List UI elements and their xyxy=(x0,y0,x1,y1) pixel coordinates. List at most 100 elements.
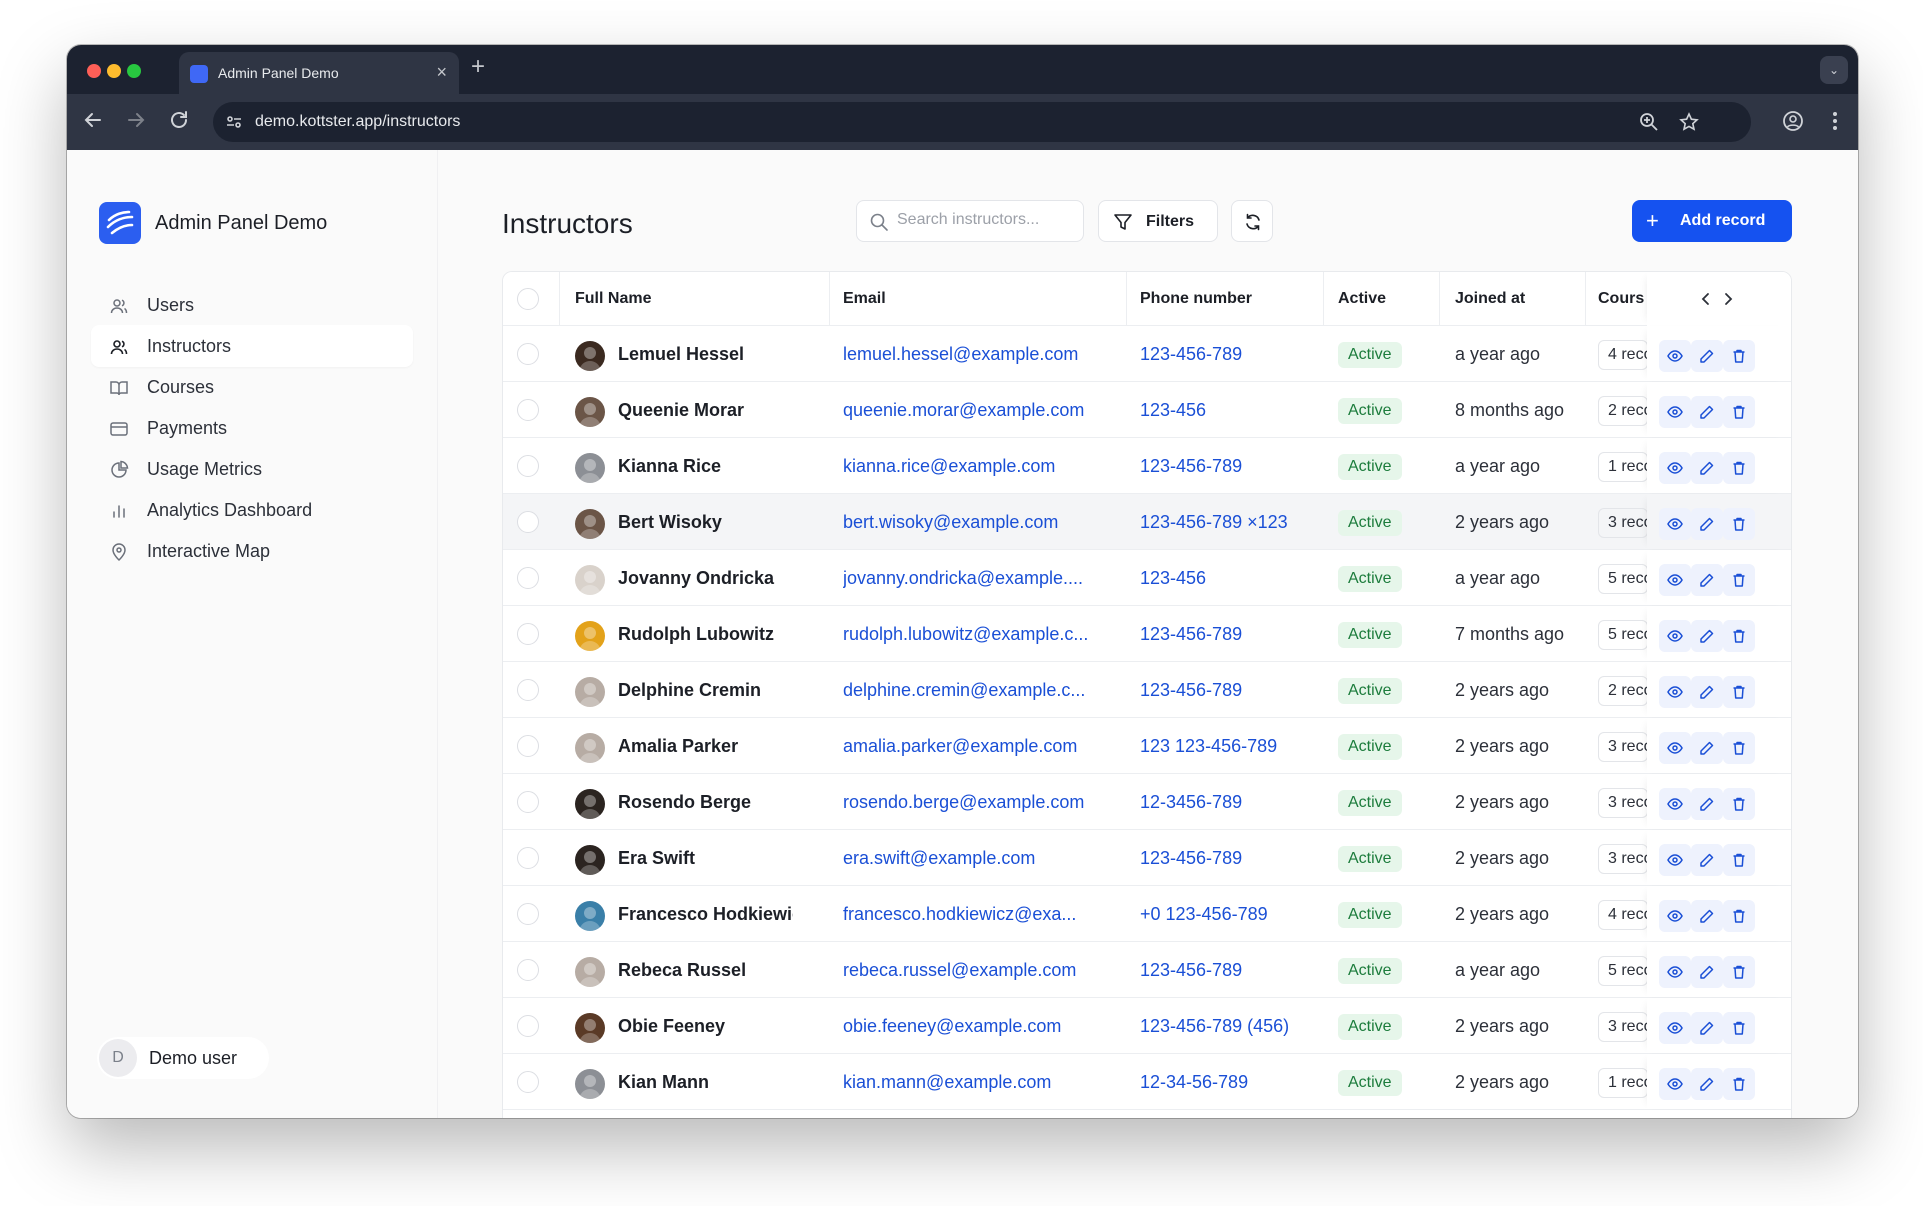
courses-count[interactable]: 3 records xyxy=(1598,508,1648,538)
edit-button[interactable] xyxy=(1691,396,1723,428)
instructor-phone-link[interactable]: 123-456-789 xyxy=(1140,680,1320,701)
delete-button[interactable] xyxy=(1723,340,1755,372)
view-button[interactable] xyxy=(1659,956,1691,988)
courses-count[interactable]: 3 records xyxy=(1598,844,1648,874)
edit-button[interactable] xyxy=(1691,788,1723,820)
courses-count[interactable]: 3 records xyxy=(1598,788,1648,818)
instructor-email-link[interactable]: delphine.cremin@example.c... xyxy=(843,680,1105,701)
site-settings-icon[interactable] xyxy=(225,113,243,131)
sidebar-item-interactive-map[interactable]: Interactive Map xyxy=(91,530,413,572)
courses-count[interactable]: 2 records xyxy=(1598,396,1648,426)
edit-button[interactable] xyxy=(1691,620,1723,652)
instructor-phone-link[interactable]: 123-456-789 (456) xyxy=(1140,1016,1320,1037)
view-button[interactable] xyxy=(1659,564,1691,596)
instructor-email-link[interactable]: kian.mann@example.com xyxy=(843,1072,1105,1093)
row-checkbox[interactable] xyxy=(517,623,539,645)
row-checkbox[interactable] xyxy=(517,567,539,589)
row-checkbox[interactable] xyxy=(517,679,539,701)
instructor-phone-link[interactable]: 123 123-456-789 xyxy=(1140,736,1320,757)
column-header-email[interactable]: Email xyxy=(843,290,886,308)
table-row[interactable]: Era Swift era.swift@example.com 123-456-78… xyxy=(503,830,1791,886)
courses-count[interactable]: 4 records xyxy=(1598,340,1648,370)
table-row[interactable]: Lemuel Hessel lemuel.hessel@example.com 12… xyxy=(503,326,1791,382)
instructor-email-link[interactable]: kianna.rice@example.com xyxy=(843,456,1105,477)
instructor-email-link[interactable]: queenie.morar@example.com xyxy=(843,400,1105,421)
delete-button[interactable] xyxy=(1723,396,1755,428)
delete-button[interactable] xyxy=(1723,732,1755,764)
instructor-email-link[interactable]: era.swift@example.com xyxy=(843,848,1105,869)
edit-button[interactable] xyxy=(1691,956,1723,988)
instructor-email-link[interactable]: jovanny.ondricka@example.... xyxy=(843,568,1105,589)
view-button[interactable] xyxy=(1659,452,1691,484)
view-button[interactable] xyxy=(1659,1012,1691,1044)
instructor-email-link[interactable]: rudolph.lubowitz@example.c... xyxy=(843,624,1105,645)
instructor-phone-link[interactable]: 123-456-789 xyxy=(1140,344,1320,365)
edit-button[interactable] xyxy=(1691,564,1723,596)
address-bar[interactable]: demo.kottster.app/instructors xyxy=(213,102,1751,142)
sidebar-item-instructors[interactable]: Instructors xyxy=(91,325,413,367)
search-box[interactable] xyxy=(856,200,1084,242)
row-checkbox[interactable] xyxy=(517,903,539,925)
table-row[interactable]: Obie Feeney obie.feeney@example.com 123-45… xyxy=(503,998,1791,1054)
column-header-active[interactable]: Active xyxy=(1338,290,1386,308)
delete-button[interactable] xyxy=(1723,620,1755,652)
edit-button[interactable] xyxy=(1691,900,1723,932)
filters-button[interactable]: Filters xyxy=(1098,200,1218,242)
instructor-phone-link[interactable]: +0 123-456-789 xyxy=(1140,904,1320,925)
table-row[interactable]: Queenie Morar queenie.morar@example.com 12… xyxy=(503,382,1791,438)
column-header-phone[interactable]: Phone number xyxy=(1140,290,1252,308)
courses-count[interactable]: 3 records xyxy=(1598,1012,1648,1042)
close-window-button[interactable] xyxy=(87,64,101,78)
table-row[interactable]: Delphine Cremin delphine.cremin@example.c… xyxy=(503,662,1791,718)
instructor-email-link[interactable]: bert.wisoky@example.com xyxy=(843,512,1105,533)
back-icon[interactable] xyxy=(81,108,105,132)
delete-button[interactable] xyxy=(1723,900,1755,932)
table-row[interactable]: Amalia Parker amalia.parker@example.com 12… xyxy=(503,718,1791,774)
sidebar-item-courses[interactable]: Courses xyxy=(91,366,413,408)
instructor-email-link[interactable]: lemuel.hessel@example.com xyxy=(843,344,1105,365)
table-row[interactable]: Jovanny Ondricka jovanny.ondricka@example… xyxy=(503,550,1791,606)
edit-button[interactable] xyxy=(1691,508,1723,540)
zoom-window-button[interactable] xyxy=(127,64,141,78)
courses-count[interactable]: 5 records xyxy=(1598,956,1648,986)
view-button[interactable] xyxy=(1659,732,1691,764)
view-button[interactable] xyxy=(1659,620,1691,652)
edit-button[interactable] xyxy=(1691,844,1723,876)
sidebar-item-usage-metrics[interactable]: Usage Metrics xyxy=(91,448,413,490)
table-row[interactable]: Rosendo Berge rosendo.berge@example.com 12… xyxy=(503,774,1791,830)
row-checkbox[interactable] xyxy=(517,959,539,981)
zoom-icon[interactable] xyxy=(1639,112,1659,132)
bookmark-star-icon[interactable] xyxy=(1679,112,1699,132)
edit-button[interactable] xyxy=(1691,340,1723,372)
row-checkbox[interactable] xyxy=(517,399,539,421)
delete-button[interactable] xyxy=(1723,956,1755,988)
row-checkbox[interactable] xyxy=(517,1071,539,1093)
table-row[interactable]: Rudolph Lubowitz rudolph.lubowitz@example… xyxy=(503,606,1791,662)
delete-button[interactable] xyxy=(1723,1068,1755,1100)
user-menu[interactable]: D Demo user xyxy=(97,1037,269,1079)
more-menu-icon[interactable] xyxy=(1830,110,1840,132)
courses-count[interactable]: 5 records xyxy=(1598,564,1648,594)
table-row[interactable]: Francesco Hodkiewicz francesco.hodkiewicz… xyxy=(503,886,1791,942)
courses-count[interactable]: 2 records xyxy=(1598,676,1648,706)
view-button[interactable] xyxy=(1659,676,1691,708)
sidebar-item-users[interactable]: Users xyxy=(91,284,413,326)
delete-button[interactable] xyxy=(1723,676,1755,708)
edit-button[interactable] xyxy=(1691,1068,1723,1100)
forward-icon[interactable] xyxy=(124,108,148,132)
table-row[interactable]: Kian Mann kian.mann@example.com 12-34-56-7… xyxy=(503,1054,1791,1110)
instructor-phone-link[interactable]: 123-456-789 xyxy=(1140,624,1320,645)
select-all-checkbox[interactable] xyxy=(517,288,539,310)
instructor-phone-link[interactable]: 123-456 xyxy=(1140,568,1320,589)
instructor-phone-link[interactable]: 123-456-789 xyxy=(1140,848,1320,869)
new-tab-button[interactable]: + xyxy=(471,53,485,81)
search-input[interactable] xyxy=(897,211,1077,229)
chevron-left-icon[interactable] xyxy=(1699,291,1713,307)
delete-button[interactable] xyxy=(1723,788,1755,820)
instructor-email-link[interactable]: francesco.hodkiewicz@exa... xyxy=(843,904,1105,925)
column-header-courses[interactable]: Cours xyxy=(1598,290,1647,308)
row-checkbox[interactable] xyxy=(517,343,539,365)
row-checkbox[interactable] xyxy=(517,847,539,869)
view-button[interactable] xyxy=(1659,1068,1691,1100)
row-checkbox[interactable] xyxy=(517,455,539,477)
